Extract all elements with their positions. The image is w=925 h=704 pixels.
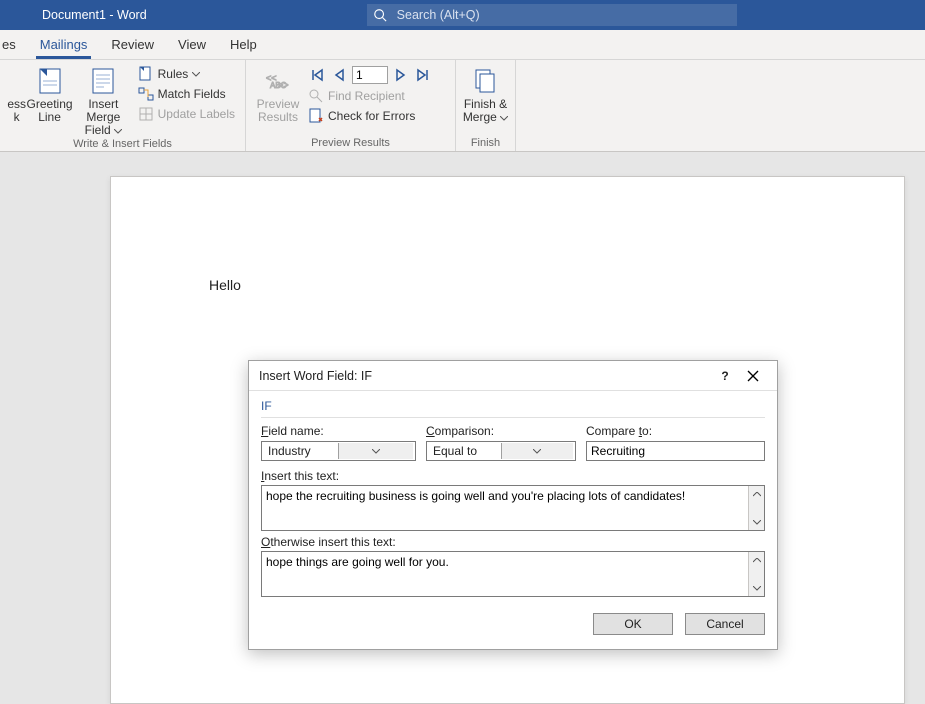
match-fields-button[interactable]: Match Fields [138, 86, 235, 102]
scrollbar[interactable] [748, 552, 764, 596]
close-button[interactable] [739, 362, 767, 390]
comparison-select[interactable]: Equal to [426, 441, 576, 461]
field-name-label: FField name:ield name: [261, 424, 416, 438]
cancel-button[interactable]: Cancel [685, 613, 765, 635]
previous-record-button[interactable] [330, 66, 348, 84]
merge-field-icon [87, 66, 119, 96]
group-preview-results: <<>>ABC Preview Results Find Recipient [246, 60, 456, 151]
title-bar: Document1 - Word [0, 0, 925, 30]
preview-icon: <<>>ABC [262, 66, 294, 96]
greeting-line-button[interactable]: Greeting Line [26, 64, 73, 124]
check-errors-icon [308, 108, 324, 124]
last-record-button[interactable] [414, 66, 432, 84]
field-name-select[interactable]: Industry [261, 441, 416, 461]
otherwise-text-input[interactable]: hope things are going well for you. [262, 552, 748, 596]
finish-merge-icon [470, 66, 502, 96]
group-title-preview: Preview Results [252, 137, 449, 151]
section-label-if: IF [261, 399, 765, 418]
scroll-up-icon[interactable] [749, 552, 764, 568]
otherwise-text-label: Otherwise insert this text: [261, 535, 765, 549]
comparison-label: Comparison: [426, 424, 576, 438]
scrollbar[interactable] [748, 486, 764, 530]
insert-text-field[interactable]: hope the recruiting business is going we… [261, 485, 765, 531]
ribbon-tabs: es Mailings Review View Help [0, 30, 925, 60]
update-labels-icon [138, 106, 154, 122]
first-record-button[interactable] [308, 66, 326, 84]
check-errors-button[interactable]: Check for Errors [308, 108, 432, 124]
group-finish: Finish & Merge Finish [456, 60, 516, 151]
document-title: Document1 - Word [42, 8, 147, 22]
tab-view[interactable]: View [166, 30, 218, 59]
dialog-title: Insert Word Field: IF [259, 369, 711, 383]
tab-help[interactable]: Help [218, 30, 269, 59]
otherwise-text-field[interactable]: hope things are going well for you. [261, 551, 765, 597]
finish-merge-button[interactable]: Finish & Merge [462, 64, 509, 124]
search-icon [373, 8, 387, 22]
chevron-down-icon [500, 116, 508, 121]
ok-button[interactable]: OK [593, 613, 673, 635]
search-input[interactable] [395, 7, 731, 23]
insert-word-field-dialog: Insert Word Field: IF ? IF FField name:i… [248, 360, 778, 650]
preview-results-button: <<>>ABC Preview Results [252, 64, 304, 124]
group-title-finish: Finish [462, 137, 509, 151]
help-button[interactable]: ? [711, 362, 739, 390]
greeting-icon [34, 66, 66, 96]
chevron-down-icon [501, 443, 574, 459]
next-record-button[interactable] [392, 66, 410, 84]
scroll-down-icon[interactable] [749, 580, 764, 596]
insert-merge-field-button[interactable]: Insert Merge Field [73, 64, 134, 138]
svg-text:ABC: ABC [270, 81, 287, 90]
group-title-write-insert: Write & Insert Fields [6, 138, 239, 152]
dialog-titlebar: Insert Word Field: IF ? [249, 361, 777, 391]
find-recipient-button: Find Recipient [308, 88, 432, 104]
record-number-input[interactable] [352, 66, 388, 84]
search-box[interactable] [367, 4, 737, 26]
find-recipient-icon [308, 88, 324, 104]
tab-review[interactable]: Review [99, 30, 166, 59]
group-write-insert-fields: essk Greeting Line Insert Merge Field Ru… [0, 60, 246, 151]
tab-mailings[interactable]: Mailings [28, 30, 100, 59]
match-fields-icon [138, 86, 154, 102]
insert-text-input[interactable]: hope the recruiting business is going we… [262, 486, 748, 530]
chevron-down-icon [114, 129, 122, 134]
chevron-down-icon [338, 443, 413, 459]
tab-cut[interactable]: es [0, 30, 28, 59]
compare-to-label: Compare to: [586, 424, 765, 438]
button-cut-left[interactable]: essk [6, 64, 26, 124]
scroll-down-icon[interactable] [749, 514, 764, 530]
compare-to-input[interactable] [586, 441, 765, 461]
rules-icon [138, 66, 154, 82]
update-labels-button: Update Labels [138, 106, 235, 122]
ribbon: essk Greeting Line Insert Merge Field Ru… [0, 60, 925, 152]
chevron-down-icon [192, 72, 200, 77]
close-icon [747, 370, 759, 382]
rules-button[interactable]: Rules [138, 66, 235, 82]
scroll-up-icon[interactable] [749, 486, 764, 502]
document-text[interactable]: Hello [209, 277, 241, 293]
insert-text-label: Insert this text: [261, 469, 765, 483]
